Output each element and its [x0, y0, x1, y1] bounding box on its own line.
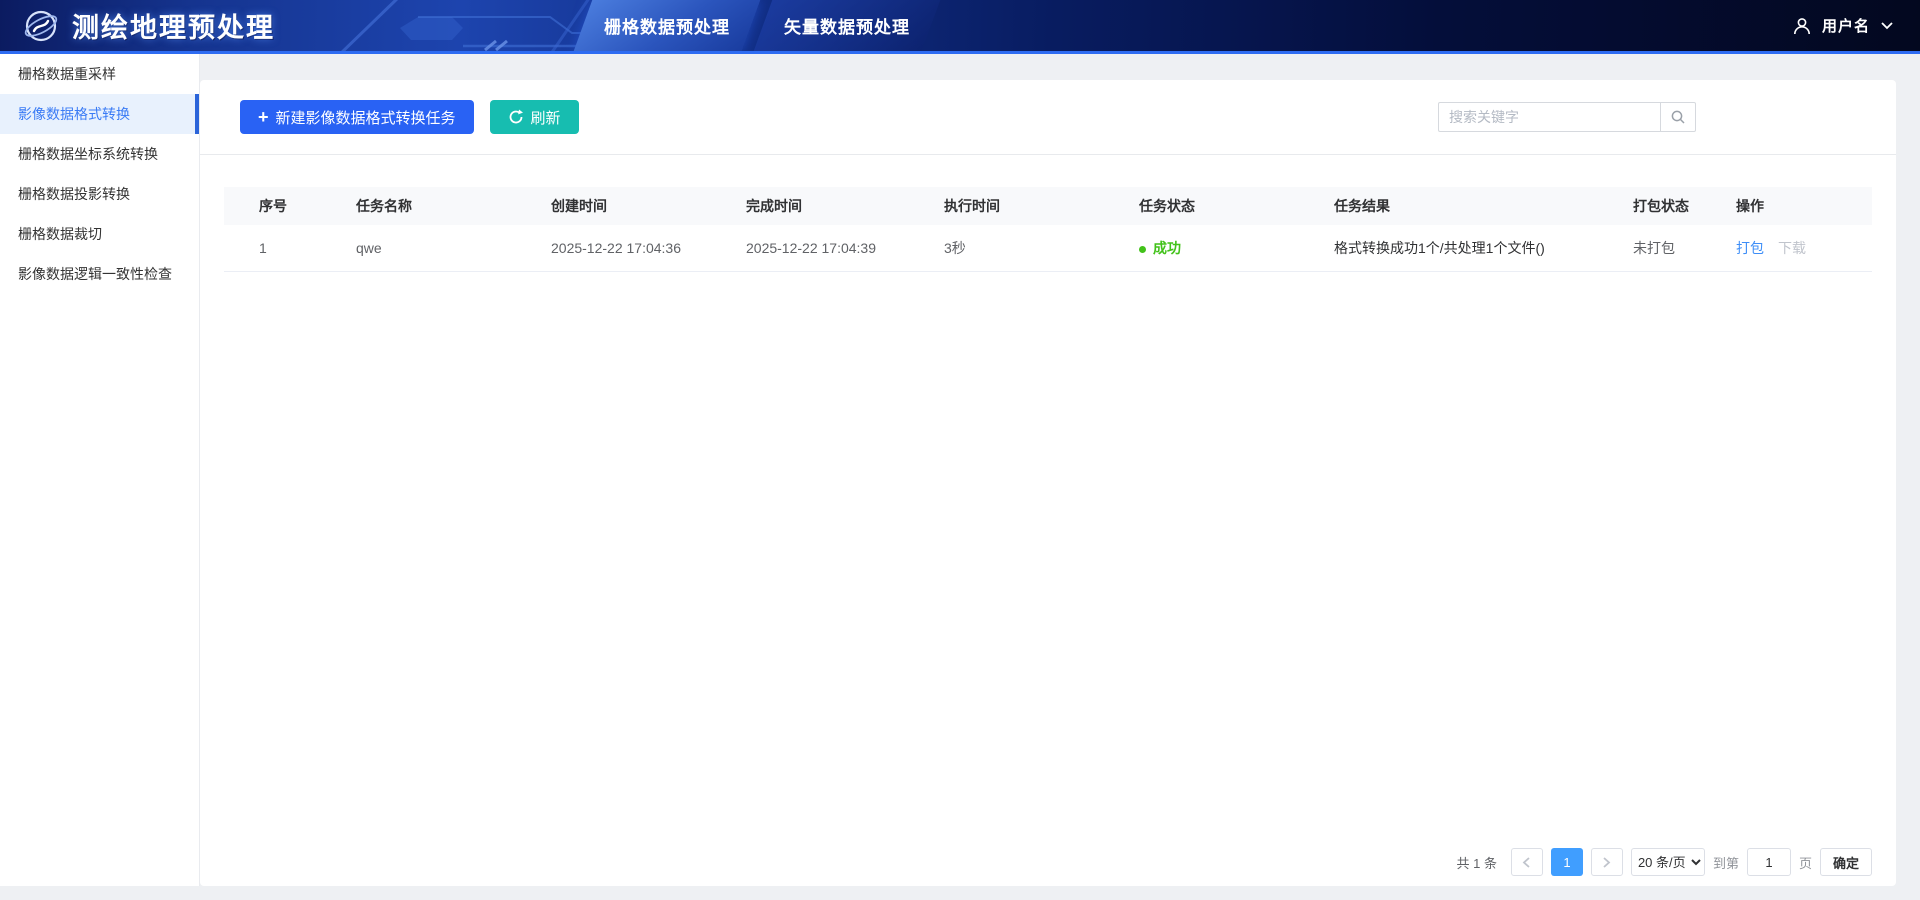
sidebar-item-raster-clip[interactable]: 栅格数据裁切 — [0, 214, 199, 254]
chevron-left-icon — [1522, 856, 1531, 869]
search-box — [1438, 102, 1696, 132]
col-result: 任务结果 — [1322, 187, 1621, 225]
user-name: 用户名 — [1822, 15, 1870, 36]
chevron-down-icon — [1880, 21, 1894, 30]
sidebar-item-raster-projection-convert[interactable]: 栅格数据投影转换 — [0, 174, 199, 214]
app-logo-icon — [22, 7, 60, 45]
table-row: 1 qwe 2025-12-22 17:04:36 2025-12-22 17:… — [224, 225, 1872, 271]
col-created-at: 创建时间 — [539, 187, 734, 225]
chevron-right-icon — [1602, 856, 1611, 869]
toolbar: + 新建影像数据格式转换任务 刷新 — [200, 80, 1896, 155]
search-icon — [1670, 109, 1686, 125]
goto-prefix: 到第 — [1713, 853, 1739, 872]
search-button[interactable] — [1660, 102, 1696, 132]
col-finished-at: 完成时间 — [734, 187, 932, 225]
cell-finished-at: 2025-12-22 17:04:39 — [734, 225, 932, 271]
status-dot-icon — [1139, 246, 1146, 253]
sidebar-item-image-format-convert[interactable]: 影像数据格式转换 — [0, 94, 199, 134]
cell-duration: 3秒 — [932, 225, 1127, 271]
main-area: + 新建影像数据格式转换任务 刷新 — [200, 54, 1920, 886]
brand: 测绘地理预处理 — [0, 6, 275, 45]
tab-vector-preprocess[interactable]: 矢量数据预处理 — [754, 0, 941, 51]
refresh-button[interactable]: 刷新 — [490, 100, 579, 134]
package-link[interactable]: 打包 — [1736, 240, 1764, 256]
page-size-select[interactable]: 20 条/页 — [1631, 848, 1705, 876]
new-task-button[interactable]: + 新建影像数据格式转换任务 — [240, 100, 474, 134]
user-icon — [1792, 16, 1812, 36]
sidebar-item-raster-coordsys-convert[interactable]: 栅格数据坐标系统转换 — [0, 134, 199, 174]
cell-status: 成功 — [1127, 225, 1322, 271]
goto-suffix: 页 — [1799, 853, 1812, 872]
col-duration: 执行时间 — [932, 187, 1127, 225]
page-number-button[interactable]: 1 — [1551, 848, 1583, 876]
app-title: 测绘地理预处理 — [72, 6, 275, 45]
user-menu[interactable]: 用户名 — [1792, 0, 1894, 51]
new-task-label: 新建影像数据格式转换任务 — [276, 107, 456, 128]
goto-page-input[interactable] — [1747, 848, 1791, 876]
sidebar-item-image-logic-check[interactable]: 影像数据逻辑一致性检查 — [0, 254, 199, 294]
download-link[interactable]: 下载 — [1778, 240, 1806, 256]
task-table: 序号 任务名称 创建时间 完成时间 执行时间 任务状态 任务结果 打包状态 操作 — [224, 187, 1872, 272]
pagination-total: 共 1 条 — [1456, 853, 1496, 872]
status-text: 成功 — [1153, 240, 1181, 256]
refresh-icon — [508, 109, 524, 125]
cell-package-status: 未打包 — [1621, 225, 1724, 271]
cell-index: 1 — [224, 225, 344, 271]
col-status: 任务状态 — [1127, 187, 1322, 225]
cell-result: 格式转换成功1个/共处理1个文件() — [1322, 225, 1621, 271]
col-index: 序号 — [224, 187, 344, 225]
cell-actions: 打包下载 — [1724, 225, 1872, 271]
col-task-name: 任务名称 — [344, 187, 539, 225]
table-header-row: 序号 任务名称 创建时间 完成时间 执行时间 任务状态 任务结果 打包状态 操作 — [224, 187, 1872, 225]
app-header: 测绘地理预处理 栅格数据预处理 矢量数据预处理 用户名 — [0, 0, 1920, 54]
refresh-label: 刷新 — [531, 107, 561, 128]
col-package-status: 打包状态 — [1621, 187, 1724, 225]
pagination: 共 1 条 1 20 条/页 到第 页 确定 — [1456, 848, 1872, 876]
sidebar-item-raster-resample[interactable]: 栅格数据重采样 — [0, 54, 199, 94]
sidebar: 栅格数据重采样 影像数据格式转换 栅格数据坐标系统转换 栅格数据投影转换 栅格数… — [0, 54, 200, 886]
col-actions: 操作 — [1724, 187, 1872, 225]
search-input[interactable] — [1438, 102, 1660, 132]
cell-created-at: 2025-12-22 17:04:36 — [539, 225, 734, 271]
cell-task-name: qwe — [344, 225, 539, 271]
tab-raster-preprocess[interactable]: 栅格数据预处理 — [574, 0, 761, 51]
top-nav-tabs: 栅格数据预处理 矢量数据预处理 — [583, 0, 931, 51]
prev-page-button[interactable] — [1511, 848, 1543, 876]
content-card: + 新建影像数据格式转换任务 刷新 — [200, 80, 1896, 886]
goto-confirm-button[interactable]: 确定 — [1820, 848, 1872, 876]
plus-icon: + — [258, 108, 269, 126]
next-page-button[interactable] — [1591, 848, 1623, 876]
